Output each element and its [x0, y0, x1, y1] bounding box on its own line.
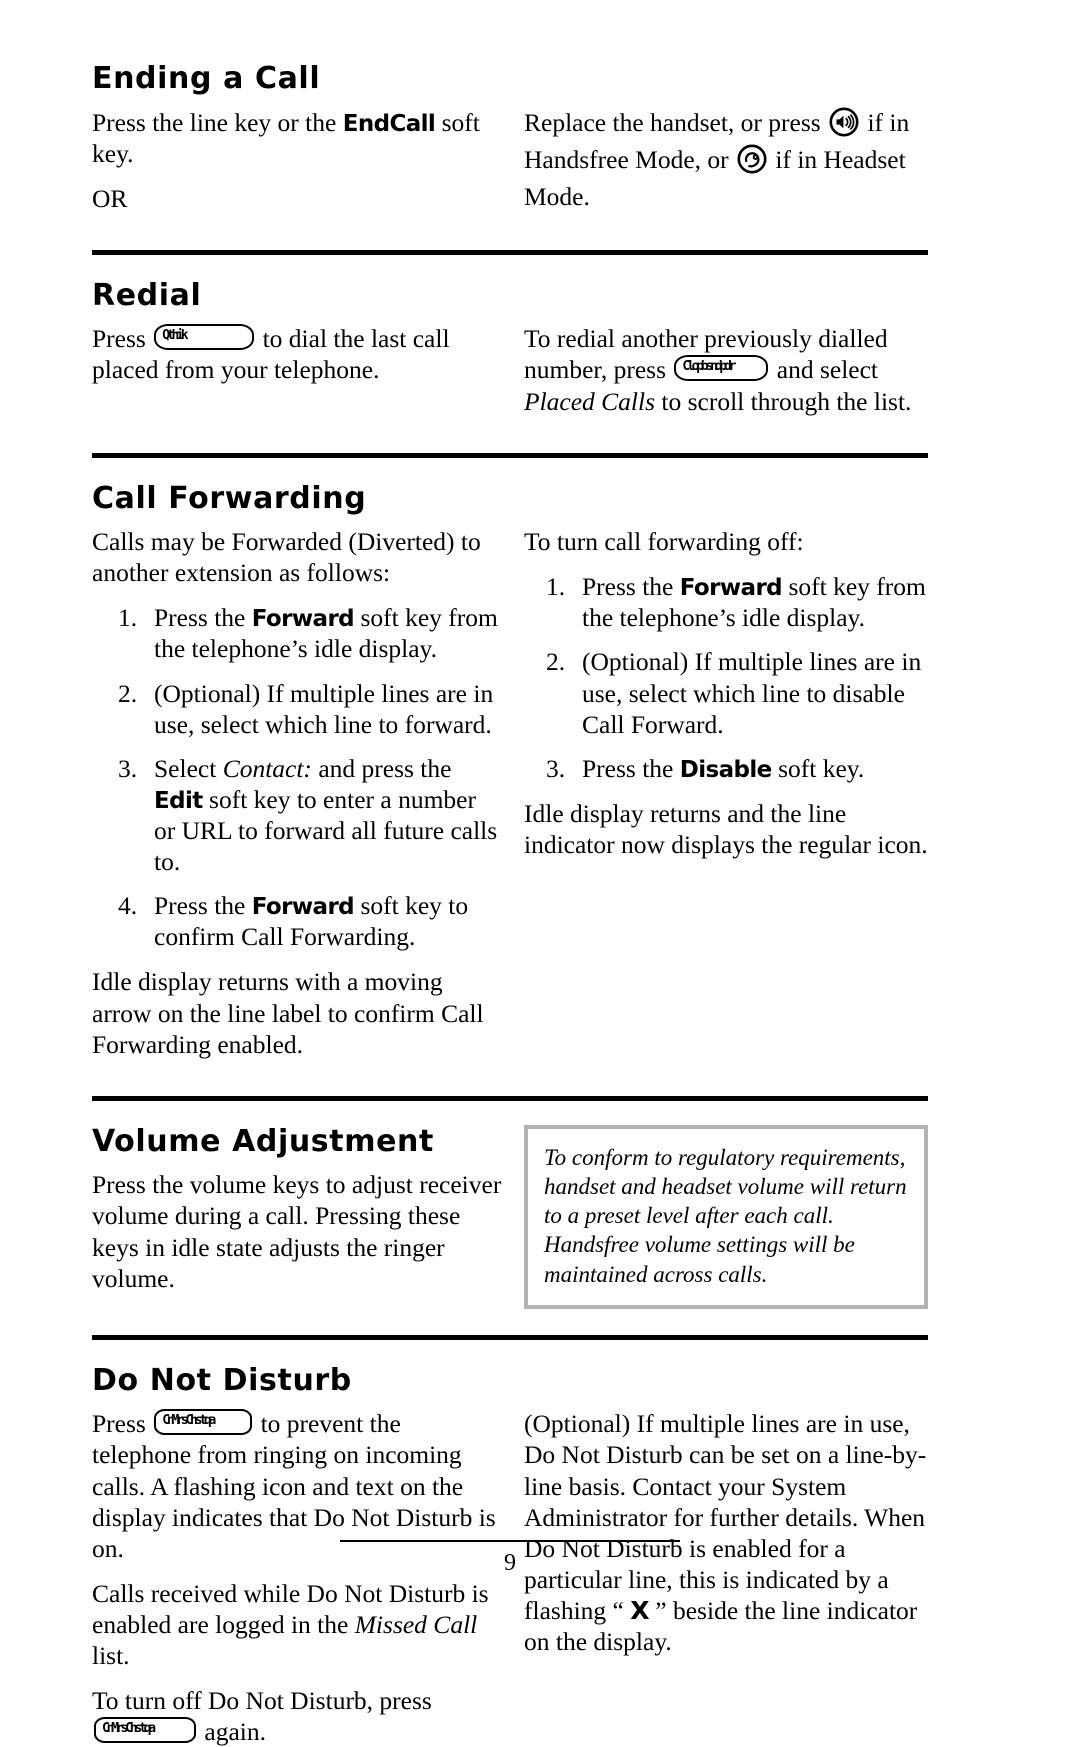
call-forwarding-off-outro: Idle display returns and the line indica…	[524, 798, 928, 860]
section-heading-redial: Redial	[92, 277, 202, 313]
dnd-right-column: (Optional) If multiple lines are in use,…	[524, 1408, 928, 1747]
page-footer: 9	[340, 1540, 680, 1577]
document-page: Ending a Call Press the line key or the …	[0, 0, 1080, 1746]
section-body-ending-a-call: Press the line key or the EndCall soft k…	[92, 107, 928, 214]
section-heading-ending-a-call: Ending a Call	[92, 61, 321, 96]
redial-left-column: Press Qthik to dial the last call placed…	[92, 323, 524, 416]
step-text-a: (Optional) If multiple lines are in use,…	[154, 678, 494, 739]
step-text-b: soft key.	[771, 753, 865, 783]
page-content: Ending a Call Press the line key or the …	[92, 61, 928, 1747]
contact-italic: Contact:	[222, 753, 312, 783]
dnd-paragraph-3: To turn off Do Not Disturb, press CnMrsC…	[92, 1685, 502, 1747]
softkey-disable: Disable	[679, 756, 773, 783]
list-item: Press the Forward soft key from the tele…	[524, 571, 928, 633]
regulatory-note-box: To conform to regulatory requirements, h…	[524, 1124, 928, 1309]
volume-note-column: To conform to regulatory requirements, h…	[524, 1124, 928, 1309]
call-forwarding-off-steps: Press the Forward soft key from the tele…	[524, 571, 928, 784]
list-item: Press the Forward soft key to confirm Ca…	[92, 890, 502, 952]
ending-a-call-right-paragraph: Replace the handset, or press if in Hand…	[524, 107, 928, 212]
call-forwarding-right-column: To turn call forwarding off: Press the F…	[524, 526, 928, 1060]
flashing-x-symbol: X	[630, 1595, 649, 1625]
call-forwarding-on-steps: Press the Forward soft key from the tele…	[92, 602, 502, 952]
step-text-mid: and press the	[311, 753, 452, 783]
placed-calls-italic: Placed Calls	[524, 386, 656, 416]
ending-a-call-text-a: Press the line key or the	[92, 107, 343, 137]
redial-right-text-c: to scroll through the list.	[655, 386, 912, 416]
ending-a-call-left-paragraph: Press the line key or the EndCall soft k…	[92, 107, 502, 169]
directory-key-glyph: Clopbsndpdr	[674, 355, 769, 382]
dnd-right-paragraph: (Optional) If multiple lines are in use,…	[524, 1408, 928, 1657]
softkey-edit: Edit	[154, 787, 203, 814]
section-body-redial: Press Qthik to dial the last call placed…	[92, 323, 928, 416]
list-item: (Optional) If multiple lines are in use,…	[524, 646, 928, 739]
dnd-p3-text-b: again.	[198, 1717, 266, 1747]
list-item: Select Contact: and press the Edit soft …	[92, 753, 502, 877]
call-forwarding-intro: Calls may be Forwarded (Diverted) to ano…	[92, 527, 481, 588]
ending-a-call-right-column: Replace the handset, or press if in Hand…	[524, 107, 928, 214]
page-number: 9	[504, 1550, 516, 1576]
softkey-forward: Forward	[251, 894, 355, 921]
step-text-a: Press the	[582, 572, 680, 602]
footer-rule	[340, 1540, 680, 1542]
redial-right-paragraph: To redial another previously dialled num…	[524, 323, 928, 416]
list-item: Press the Forward soft key from the tele…	[92, 602, 502, 664]
list-item: Press the Disable soft key.	[524, 753, 928, 784]
step-text-a: Press the	[154, 891, 252, 921]
softkey-endcall: EndCall	[342, 110, 436, 137]
speaker-icon	[829, 107, 859, 144]
dnd-text-a: Press	[92, 1409, 153, 1439]
ending-a-call-or-label: OR	[92, 183, 128, 213]
missed-call-italic: Missed Call	[354, 1609, 478, 1639]
step-text-a: Press the	[582, 753, 680, 783]
do-not-disturb-key-glyph: CnMrsChstqa	[154, 1409, 253, 1436]
redial-left-paragraph: Press Qthik to dial the last call placed…	[92, 323, 502, 385]
ending-a-call-left-column: Press the line key or the EndCall soft k…	[92, 107, 524, 214]
step-text-a: Press the	[154, 603, 252, 633]
softkey-forward: Forward	[679, 575, 783, 602]
dnd-left-column: Press CnMrsChstqa to prevent the telepho…	[92, 1408, 524, 1747]
volume-paragraph: Press the volume keys to adjust receiver…	[92, 1170, 502, 1293]
headset-icon	[737, 144, 767, 181]
ending-a-call-right-text-a: Replace the handset, or press	[524, 107, 828, 137]
do-not-disturb-key-glyph: CnMrsChstqa	[94, 1717, 196, 1744]
section-heading-volume-adjustment: Volume Adjustment	[92, 1123, 434, 1159]
regulatory-note-text: To conform to regulatory requirements, h…	[544, 1144, 907, 1287]
section-body-volume: Volume Adjustment Press the volume keys …	[92, 1123, 928, 1309]
section-body-call-forwarding: Calls may be Forwarded (Diverted) to ano…	[92, 526, 928, 1060]
section-heading-do-not-disturb: Do Not Disturb	[92, 1362, 352, 1398]
redial-right-text-b: and select	[770, 355, 879, 385]
redial-key-glyph: Qthik	[154, 324, 255, 351]
section-body-do-not-disturb: Press CnMrsChstqa to prevent the telepho…	[92, 1408, 928, 1747]
step-text-a: Select	[154, 753, 223, 783]
volume-left-column: Volume Adjustment Press the volume keys …	[92, 1123, 524, 1309]
section-heading-call-forwarding: Call Forwarding	[92, 480, 367, 516]
dnd-paragraph-2: Calls received while Do Not Disturb is e…	[92, 1578, 502, 1671]
call-forwarding-off-intro: To turn call forwarding off:	[524, 527, 804, 557]
list-item: (Optional) If multiple lines are in use,…	[92, 678, 502, 740]
dnd-p3-text-a: To turn off Do Not Disturb, press	[92, 1686, 432, 1716]
step-text-b: soft key to enter a number or URL to for…	[154, 784, 498, 877]
step-text-a: (Optional) If multiple lines are in use,…	[582, 647, 922, 739]
call-forwarding-outro: Idle display returns with a moving arrow…	[92, 967, 484, 1059]
dnd-p2-text-b: list.	[92, 1641, 130, 1671]
softkey-forward: Forward	[251, 606, 355, 633]
redial-text-a: Press	[92, 324, 153, 354]
call-forwarding-left-column: Calls may be Forwarded (Diverted) to ano…	[92, 526, 524, 1060]
dnd-right-text-a: (Optional) If multiple lines are in use,…	[524, 1409, 927, 1625]
redial-right-column: To redial another previously dialled num…	[524, 323, 928, 416]
